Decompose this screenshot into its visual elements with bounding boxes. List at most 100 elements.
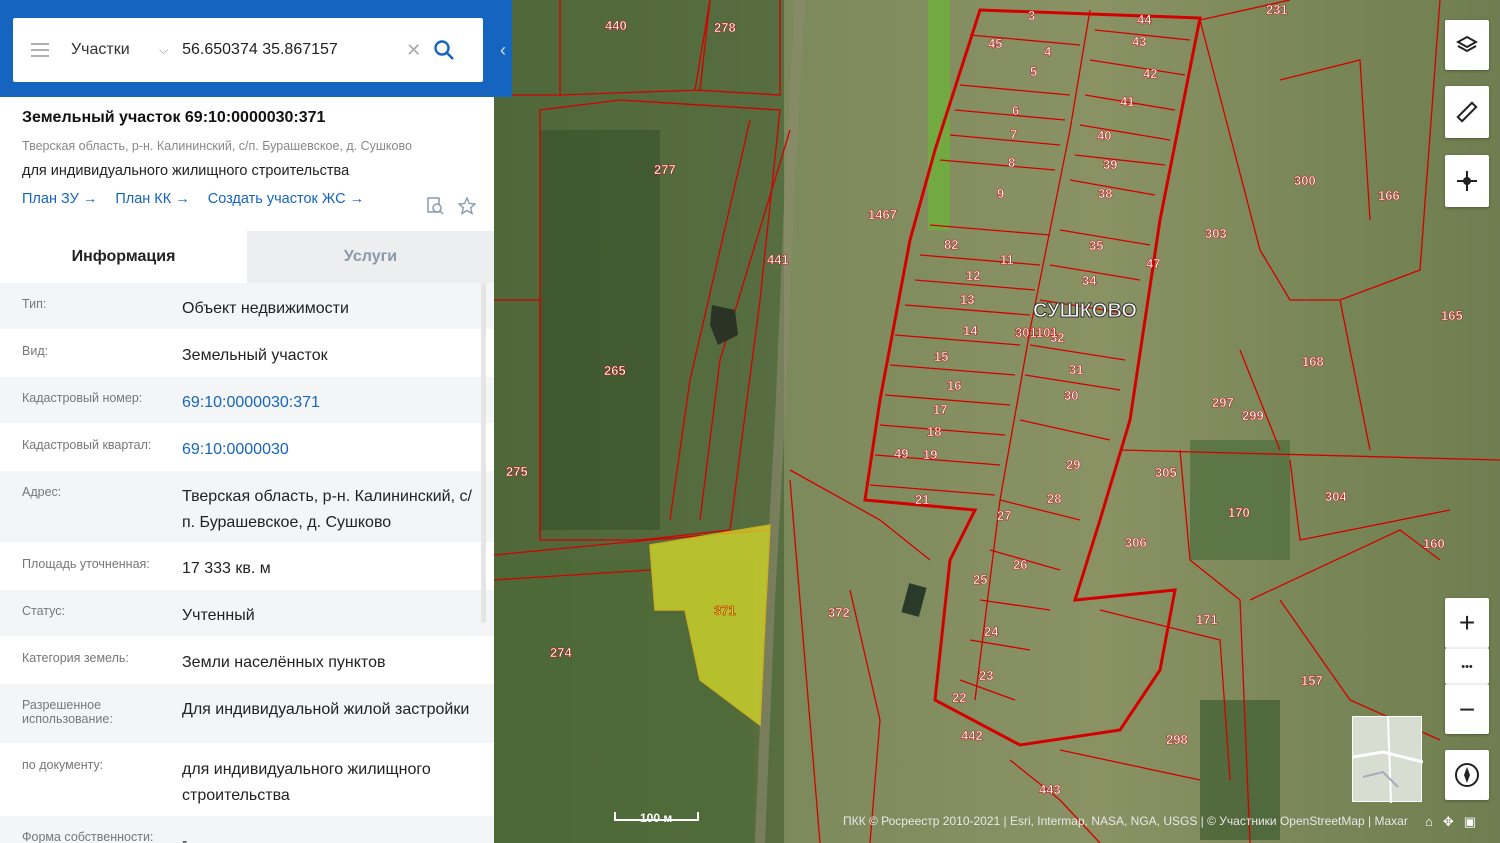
minimap[interactable] — [1352, 716, 1424, 804]
parcel-label[interactable]: 22 — [952, 690, 967, 706]
parcel-label[interactable]: 8 — [1008, 155, 1016, 171]
zoom-in-button[interactable]: + — [1445, 598, 1489, 648]
parcel-label[interactable]: 13 — [960, 292, 975, 308]
locate-button[interactable] — [1445, 155, 1489, 207]
parcel-label[interactable]: 19 — [923, 447, 938, 463]
parcel-label[interactable]: 160 — [1423, 536, 1445, 552]
parcel-label[interactable]: 29 — [1066, 457, 1081, 473]
parcel-label[interactable]: 299 — [1242, 408, 1264, 424]
document-search-icon[interactable] — [426, 197, 444, 220]
parcel-label[interactable]: 275 — [506, 464, 528, 480]
tab-services[interactable]: Услуги — [247, 231, 494, 283]
parcel-label[interactable]: 40 — [1097, 128, 1112, 144]
home-icon[interactable]: ⌂ — [1425, 814, 1433, 830]
parcel-label[interactable]: 305 — [1155, 465, 1177, 481]
parcel-label[interactable]: 11 — [1000, 252, 1014, 268]
parcel-label[interactable]: 12 — [966, 268, 981, 284]
parcel-label[interactable]: 300 — [1294, 173, 1316, 189]
compass-button[interactable] — [1445, 750, 1489, 800]
parcel-label[interactable]: 82 — [944, 237, 959, 253]
compass-icon — [1455, 763, 1479, 787]
parcel-label[interactable]: 17 — [933, 402, 948, 418]
parcel-label[interactable]: 38 — [1098, 186, 1113, 202]
close-icon[interactable]: ✕ — [406, 40, 421, 61]
parcel-label[interactable]: 440 — [605, 18, 627, 34]
parcel-label[interactable]: 274 — [550, 645, 572, 661]
more-button[interactable]: ••• — [1445, 648, 1489, 684]
search-icon[interactable] — [433, 39, 455, 61]
parcel-label[interactable]: 27 — [997, 508, 1012, 524]
parcel-label[interactable]: 30 — [1064, 388, 1079, 404]
parcel-label[interactable]: 16 — [947, 378, 962, 394]
search-input[interactable] — [182, 41, 403, 59]
plan-kk-link[interactable]: План КК → — [115, 191, 189, 207]
star-icon[interactable] — [457, 196, 477, 220]
parcel-label[interactable]: 168 — [1302, 354, 1324, 370]
parcel-label[interactable]: 24 — [984, 624, 999, 640]
parcel-label[interactable]: 304 — [1325, 489, 1347, 505]
parcel-label[interactable]: 1467 — [868, 207, 897, 223]
parcel-label[interactable]: 303 — [1205, 226, 1227, 242]
chevron-down-icon[interactable]: ⌵ — [159, 43, 168, 58]
parcel-label[interactable]: 372 — [828, 605, 850, 621]
collapse-panel-button[interactable]: ‹ — [494, 30, 512, 70]
parcel-label[interactable]: 45 — [988, 36, 1003, 52]
layers-button[interactable] — [1445, 20, 1489, 70]
menu-icon[interactable] — [31, 43, 49, 57]
parcel-label[interactable]: 21 — [915, 492, 930, 508]
info-row-value[interactable]: 69:10:0000030 — [182, 424, 484, 470]
measure-button[interactable] — [1445, 86, 1489, 138]
parcel-label[interactable]: 34 — [1082, 273, 1097, 289]
parcel-label[interactable]: 165 — [1441, 308, 1463, 324]
info-row-label: Категория земель: — [22, 651, 129, 665]
parcel-label[interactable]: 42 — [1143, 66, 1158, 82]
parcel-label[interactable]: 9 — [997, 186, 1005, 202]
parcel-label[interactable]: 7 — [1010, 127, 1018, 143]
parcel-label[interactable]: 298 — [1166, 732, 1188, 748]
parcel-label[interactable]: 35 — [1089, 238, 1104, 254]
parcel-label[interactable]: 14 — [963, 323, 978, 339]
move-icon[interactable]: ✥ — [1443, 814, 1454, 830]
parcel-label[interactable]: 157 — [1301, 673, 1323, 689]
parcel-label[interactable]: 278 — [714, 20, 736, 36]
parcel-label[interactable]: 265 — [604, 363, 626, 379]
parcel-label[interactable]: 166 — [1378, 188, 1400, 204]
parcel-label[interactable]: 18 — [927, 424, 942, 440]
tab-info[interactable]: Информация — [0, 231, 247, 283]
info-row: Адрес: Тверская область, р-н. Калининский… — [0, 471, 494, 543]
parcel-label[interactable]: 231 — [1266, 2, 1288, 18]
parcel-label[interactable]: 306 — [1125, 535, 1147, 551]
parcel-label[interactable]: 3 — [1028, 8, 1036, 24]
search-type-select[interactable]: Участки — [71, 41, 151, 59]
parcel-label[interactable]: 442 — [961, 728, 983, 744]
parcel-label[interactable]: 47 — [1146, 256, 1161, 272]
parcel-label[interactable]: 277 — [654, 162, 676, 178]
parcel-label[interactable]: 170 — [1228, 505, 1250, 521]
parcel-label[interactable]: 5 — [1030, 64, 1038, 80]
parcel-label[interactable]: 43 — [1132, 34, 1147, 50]
parcel-label[interactable]: 31 — [1069, 362, 1084, 378]
parcel-label[interactable]: 41 — [1120, 94, 1135, 110]
parcel-label[interactable]: 4 — [1044, 44, 1052, 60]
parcel-label[interactable]: 171 — [1196, 612, 1218, 628]
parcel-label[interactable]: 23 — [979, 668, 994, 684]
parcel-label[interactable]: 26 — [1013, 557, 1028, 573]
parcel-label[interactable]: 441 — [767, 252, 789, 268]
parcel-label[interactable]: 443 — [1039, 782, 1061, 798]
zoom-out-button[interactable]: − — [1445, 684, 1489, 734]
fullscreen-icon[interactable]: ▣ — [1464, 814, 1476, 830]
selected-parcel-label[interactable]: 371 — [714, 603, 736, 619]
info-row-value: Земли населённых пунктов — [182, 654, 386, 671]
plan-zu-link[interactable]: План ЗУ → — [22, 191, 97, 207]
create-parcel-link[interactable]: Создать участок ЖС → — [208, 191, 364, 207]
parcel-label[interactable]: 49 — [894, 446, 909, 462]
info-row-value[interactable]: 69:10:0000030:371 — [182, 377, 484, 423]
parcel-label[interactable]: 44 — [1137, 12, 1152, 28]
parcel-label[interactable]: 15 — [934, 349, 949, 365]
panel-scrollbar[interactable] — [481, 283, 486, 623]
parcel-label[interactable]: 297 — [1212, 395, 1234, 411]
parcel-label[interactable]: 28 — [1047, 491, 1062, 507]
parcel-label[interactable]: 6 — [1012, 103, 1020, 119]
parcel-label[interactable]: 39 — [1103, 157, 1118, 173]
parcel-label[interactable]: 25 — [973, 572, 988, 588]
